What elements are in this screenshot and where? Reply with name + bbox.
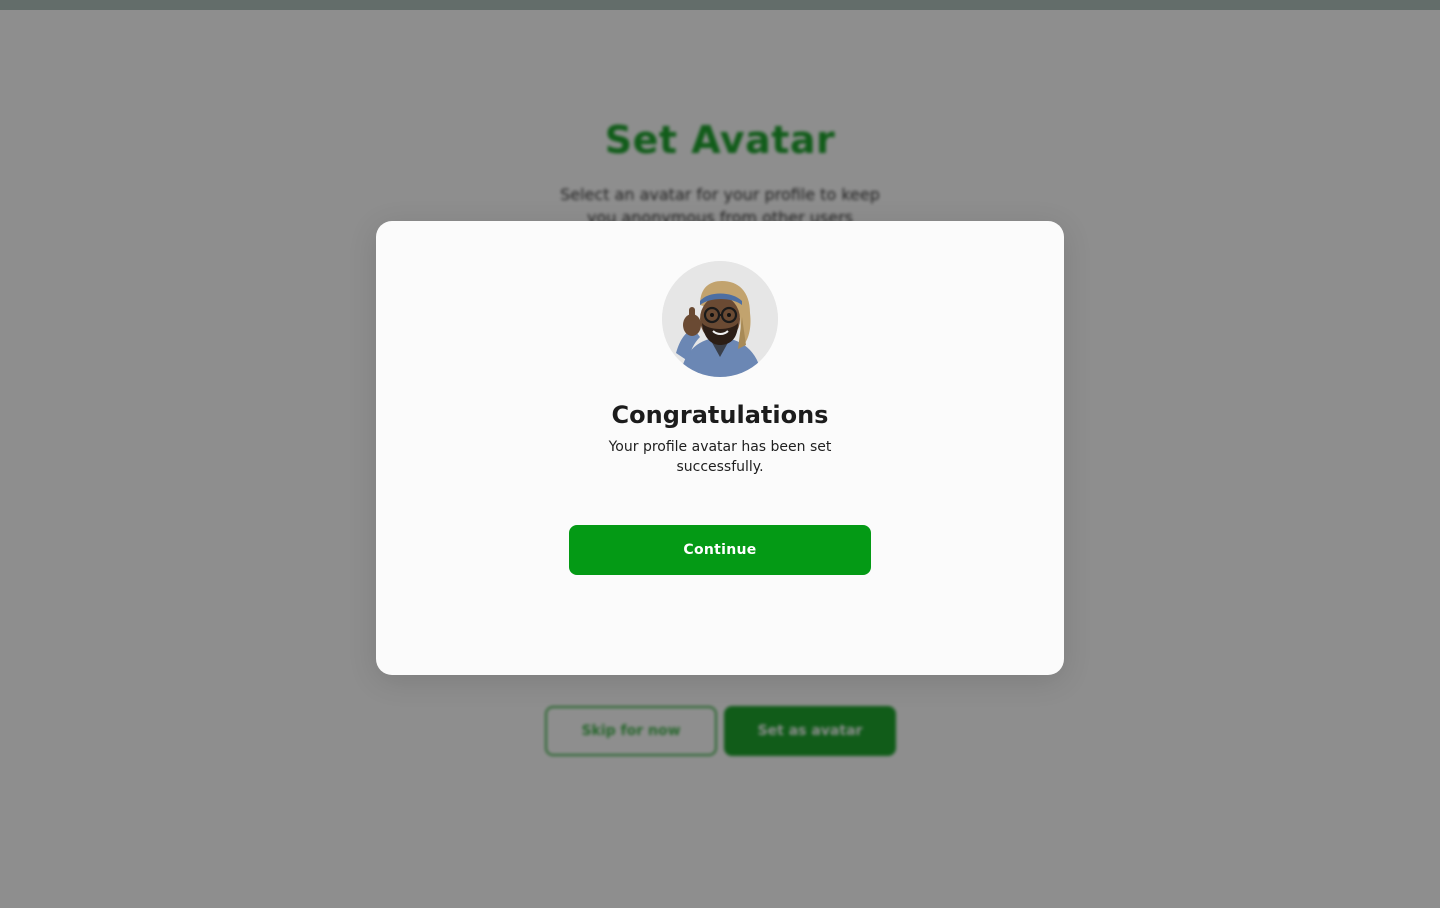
page: Set Avatar Select an avatar for your pro… — [0, 0, 1440, 908]
success-modal: Congratulations Your profile avatar has … — [376, 221, 1064, 675]
modal-title: Congratulations — [611, 401, 829, 429]
memoji-avatar-icon — [662, 261, 778, 377]
avatar — [662, 261, 778, 377]
continue-button[interactable]: Continue — [569, 525, 871, 575]
modal-message: Your profile avatar has been set success… — [608, 439, 832, 475]
